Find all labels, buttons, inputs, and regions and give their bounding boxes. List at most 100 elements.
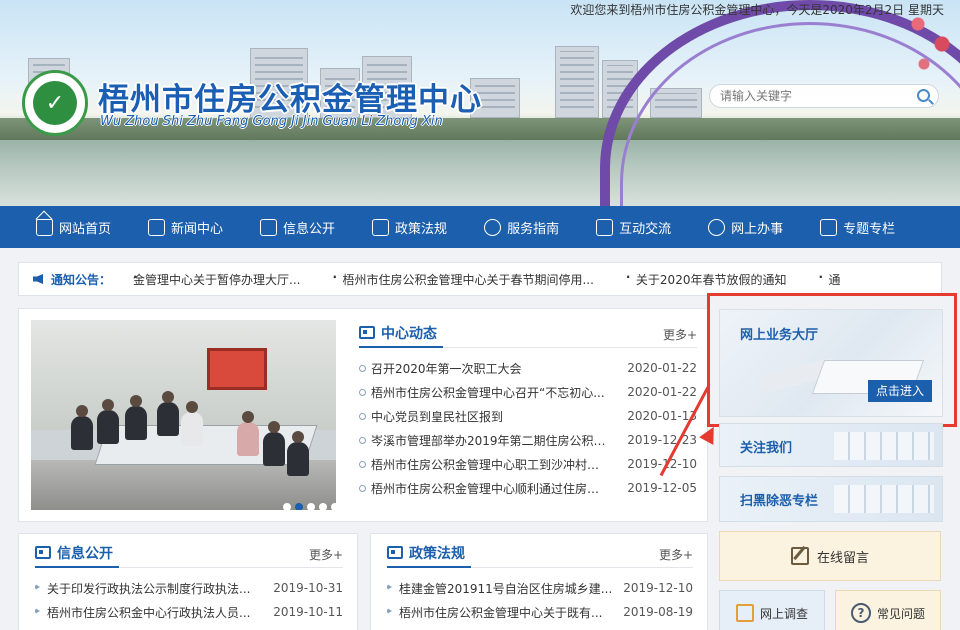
card-label: 扫黑除恶专栏 — [740, 494, 819, 509]
list-item[interactable]: 梧州市住房公积金管理中心职工到沙冲村开... 2019-12-10 — [359, 452, 697, 476]
nav-label: 专题专栏 — [843, 221, 896, 237]
photo-projector-screen — [207, 348, 267, 390]
item-date: 2019-12-23 — [627, 433, 697, 447]
slide-dot-active[interactable] — [295, 503, 303, 510]
card-decoration — [834, 432, 934, 460]
list-item[interactable]: 召开2020年第一次职工大会 2020-01-22 — [359, 356, 697, 380]
online-survey-card[interactable]: 网上调查 — [719, 590, 825, 630]
more-link[interactable]: 更多+ — [663, 326, 697, 343]
photo-person — [71, 405, 93, 450]
item-title: 桂建金管201911号自治区住房城乡建... — [399, 581, 613, 596]
slide-dot[interactable] — [331, 503, 336, 510]
speaker-icon — [33, 274, 43, 284]
home-icon — [36, 218, 53, 236]
nav-label: 网站首页 — [59, 221, 112, 237]
list-item[interactable]: 岑溪市管理部举办2019年第二期住房公积金... 2019-12-23 — [359, 428, 697, 452]
item-date: 2019-10-11 — [273, 605, 343, 619]
more-link[interactable]: 更多+ — [659, 546, 693, 563]
welcome-text: 欢迎您来到梧州市住房公积金管理中心，今天是2020年2月2日 星期天 — [570, 3, 944, 17]
nav-label: 互动交流 — [619, 221, 672, 237]
list-item[interactable]: 中心党员到皇民社区报到 2020-01-13 — [359, 404, 697, 428]
item-title: 梧州市住房公积金管理中心顺利通过住房公... — [371, 481, 607, 496]
faq-card[interactable]: ? 常见问题 — [835, 590, 941, 630]
slide-dot[interactable] — [283, 503, 291, 510]
photo-person — [125, 395, 147, 440]
shield-icon — [708, 218, 726, 236]
item-title: 梧州市住房公积金管理中心职工到沙冲村开... — [371, 457, 607, 472]
nav-service[interactable]: 服务指南 — [484, 206, 559, 248]
site-title[interactable]: 梧州市住房公积金管理中心 — [98, 74, 482, 119]
center-news: 中心动态 更多+ 召开2020年第一次职工大会 2020-01-22 梧州市住房公… — [359, 320, 697, 500]
list-item[interactable]: 梧州市住房公积金管理中心顺利通过住房公... 2019-12-05 — [359, 476, 697, 500]
survey-icon — [735, 604, 754, 622]
nav-online-service[interactable]: 网上办事 — [708, 206, 783, 248]
news-panel: 中心动态 更多+ 召开2020年第一次职工大会 2020-01-22 梧州市住房公… — [18, 308, 708, 522]
item-date: 2020-01-22 — [627, 385, 697, 399]
section-title-label: 中心动态 — [381, 325, 437, 342]
news-slideshow-photo[interactable] — [31, 320, 336, 510]
online-message-card[interactable]: 在线留言 — [719, 531, 941, 581]
item-date: 2019-08-19 — [623, 605, 693, 619]
section-title[interactable]: 信息公开 — [35, 540, 119, 568]
notice-label: 通知公告： — [51, 272, 112, 287]
nav-policy[interactable]: 政策法规 — [372, 206, 447, 248]
section-title-label: 信息公开 — [57, 545, 113, 562]
notice-item[interactable]: 梧州市住房公积金管理中心关于春节期间停用... — [332, 270, 593, 288]
newspaper-icon — [148, 218, 166, 236]
list-item[interactable]: 梧州市住房公积金管理中心召开“不忘初心... 2020-01-22 — [359, 380, 697, 404]
policy-box: 政策法规 更多+ 桂建金管201911号自治区住房城乡建... 2019-12-1… — [370, 533, 708, 630]
photo-person — [97, 399, 119, 444]
id-card-icon — [359, 326, 375, 339]
section-title-label: 政策法规 — [409, 545, 465, 562]
item-title: 梧州市住房公积金管理中心召开“不忘初心... — [371, 385, 605, 400]
section-header: 政策法规 更多+ — [387, 540, 693, 568]
news-list: 关于印发行政执法公示制度行政执法... 2019-10-31 梧州市住房公积金中心… — [35, 576, 343, 624]
list-item[interactable]: 关于印发行政执法公示制度行政执法... 2019-10-31 — [35, 576, 343, 600]
notice-item[interactable]: 金管理中心关于暂停办理大厅... — [133, 270, 300, 288]
question-icon: ? — [850, 603, 871, 623]
section-title[interactable]: 政策法规 — [387, 540, 471, 568]
logo-emblem-icon: ✓ — [33, 81, 77, 125]
photo-person — [263, 421, 285, 466]
news-list: 桂建金管201911号自治区住房城乡建... 2019-12-10 梧州市住房公积… — [387, 576, 693, 624]
slide-dot[interactable] — [319, 503, 327, 510]
book-icon — [372, 218, 390, 236]
more-link[interactable]: 更多+ — [309, 546, 343, 563]
card-label: 网上调查 — [759, 606, 808, 621]
list-item[interactable]: 桂建金管201911号自治区住房城乡建... 2019-12-10 — [387, 576, 693, 600]
book-icon — [387, 546, 403, 559]
notice-item[interactable]: 关于2020年春节放假的通知 — [626, 270, 787, 288]
search-input[interactable] — [710, 85, 900, 107]
item-date: 2019-12-05 — [627, 481, 697, 495]
main-nav: 网站首页 新闻中心 信息公开 政策法规 服务指南 互动交流 网上办事 专题专栏 — [0, 206, 960, 248]
item-date: 2020-01-22 — [627, 361, 697, 375]
search-icon[interactable] — [917, 89, 930, 102]
nav-interaction[interactable]: 互动交流 — [596, 206, 671, 248]
nav-home[interactable]: 网站首页 — [36, 206, 111, 248]
list-item[interactable]: 梧州市住房公积金中心行政执法人员... 2019-10-11 — [35, 600, 343, 624]
nav-news[interactable]: 新闻中心 — [148, 206, 223, 248]
section-header: 中心动态 更多+ — [359, 320, 697, 348]
info-disclosure-box: 信息公开 更多+ 关于印发行政执法公示制度行政执法... 2019-10-31 梧… — [18, 533, 358, 630]
card-label: 在线留言 — [816, 550, 869, 566]
list-item[interactable]: 梧州市住房公积金管理中心关于既有... 2019-08-19 — [387, 600, 693, 624]
site-logo[interactable]: ✓ — [22, 70, 88, 136]
notice-ticker: 金管理中心关于暂停办理大厅... 梧州市住房公积金管理中心关于春节期间停用...… — [133, 270, 872, 288]
nav-info[interactable]: 信息公开 — [260, 206, 335, 248]
search-doc-icon — [35, 546, 51, 559]
section-title[interactable]: 中心动态 — [359, 320, 443, 348]
notice-item[interactable]: 通 — [818, 270, 840, 288]
nav-topics[interactable]: 专题专栏 — [820, 206, 895, 248]
item-title: 岑溪市管理部举办2019年第二期住房公积金... — [371, 433, 607, 448]
nav-label: 网上办事 — [731, 221, 784, 237]
item-date: 2019-12-10 — [623, 581, 693, 595]
nav-label: 政策法规 — [395, 221, 448, 237]
card-label: 常见问题 — [876, 606, 925, 621]
nav-label: 服务指南 — [507, 221, 560, 237]
anti-crime-card[interactable]: 扫黑除恶专栏 — [719, 476, 943, 522]
item-title: 召开2020年第一次职工大会 — [371, 361, 522, 376]
slide-dot[interactable] — [307, 503, 315, 510]
notice-bar: 通知公告： 金管理中心关于暂停办理大厅... 梧州市住房公积金管理中心关于春节期… — [18, 262, 942, 296]
header-banner: 欢迎您来到梧州市住房公积金管理中心，今天是2020年2月2日 星期天 ✓ 梧州市… — [0, 0, 960, 206]
follow-us-card[interactable]: 关注我们 — [719, 423, 943, 467]
